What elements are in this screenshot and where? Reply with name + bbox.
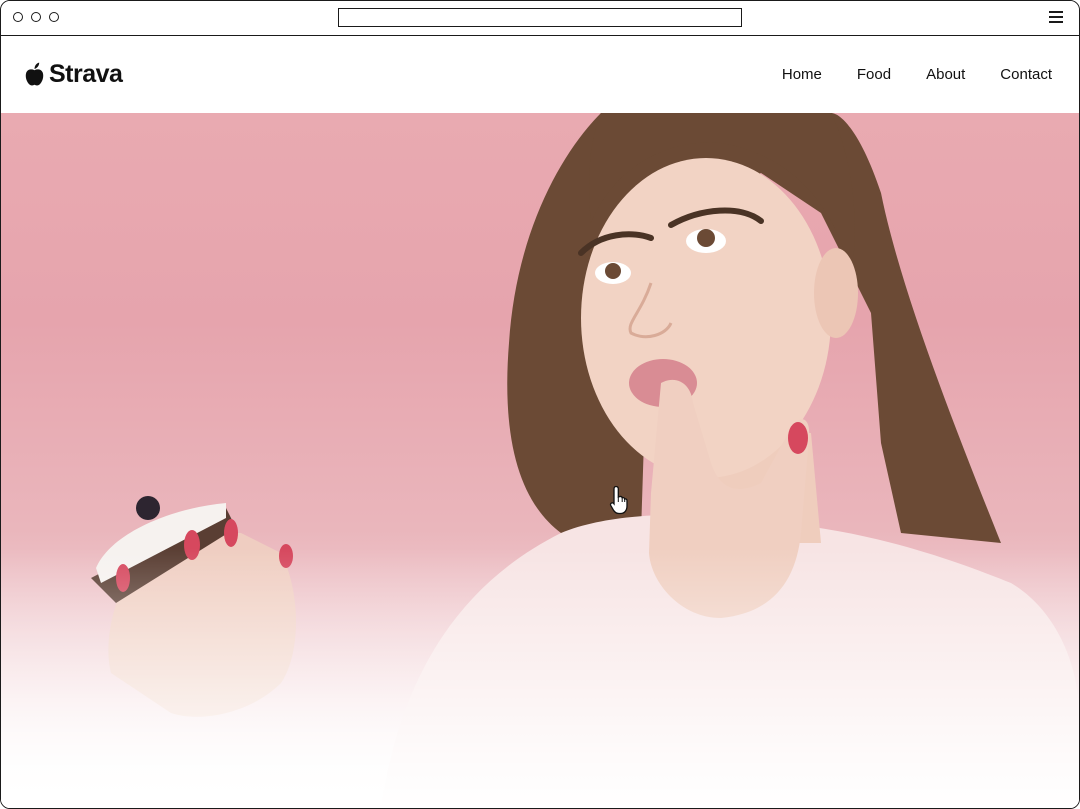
browser-menu-icon[interactable] <box>1049 11 1063 23</box>
hand-pointer-cursor-icon <box>609 485 628 515</box>
site-header: Strava Home Food About Contact <box>1 36 1079 113</box>
ear-shape <box>814 248 858 338</box>
main-nav: Home Food About Contact <box>747 66 1052 83</box>
window-maximize-button[interactable] <box>49 12 59 22</box>
apple-icon <box>25 62 44 86</box>
cherry <box>136 496 160 520</box>
nav-link-contact[interactable]: Contact <box>1000 66 1052 83</box>
browser-chrome <box>1 1 1079 36</box>
nav-link-food[interactable]: Food <box>857 66 891 83</box>
nav-link-home[interactable]: Home <box>782 66 822 83</box>
window-minimize-button[interactable] <box>31 12 41 22</box>
brand-name: Strava <box>49 59 123 88</box>
hero-fade-overlay <box>1 548 1079 808</box>
browser-window: Strava Home Food About Contact <box>0 0 1080 809</box>
hero-image <box>1 113 1079 808</box>
brand-logo[interactable]: Strava <box>25 59 123 88</box>
nav-link-about[interactable]: About <box>926 66 965 83</box>
window-close-button[interactable] <box>13 12 23 22</box>
nail-finger <box>788 422 808 454</box>
address-bar[interactable] <box>338 8 742 27</box>
